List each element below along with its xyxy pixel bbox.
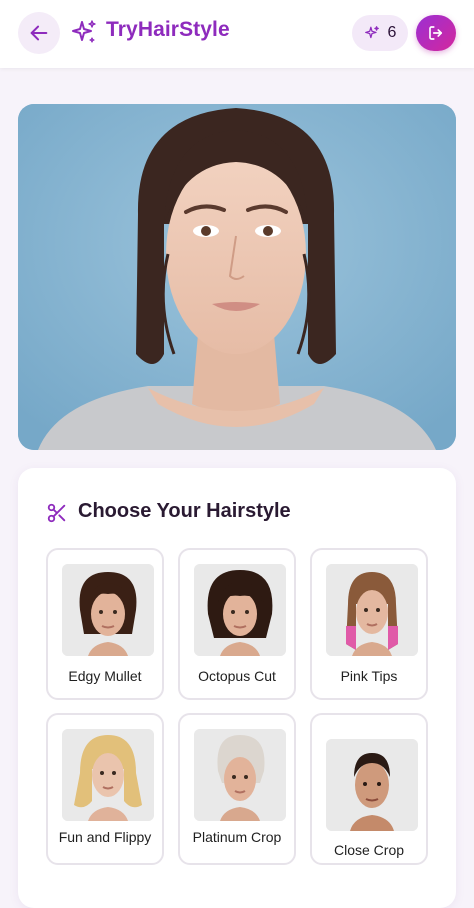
- hairstyle-thumbnail: [194, 564, 286, 656]
- hairstyle-thumbnail: [326, 564, 418, 656]
- sparkles-icon: [364, 26, 379, 39]
- hairstyle-panel: Choose Your Hairstyle Edgy Mullet Octopu…: [18, 468, 456, 908]
- hairstyle-label: Edgy Mullet: [68, 668, 142, 684]
- hairstyle-label: Octopus Cut: [198, 668, 276, 684]
- hairstyle-card-platinum-crop[interactable]: Platinum Crop: [178, 713, 296, 865]
- hairstyle-thumbnail: [194, 729, 286, 821]
- hairstyle-label: Platinum Crop: [192, 829, 282, 845]
- hairstyle-label: Fun and Flippy: [58, 829, 152, 845]
- hairstyle-card-pink-tips[interactable]: Pink Tips: [310, 548, 428, 700]
- hairstyle-label: Pink Tips: [340, 668, 398, 684]
- scissors-icon: [47, 503, 66, 523]
- credits-count: 6: [387, 24, 397, 41]
- hairstyle-card-edgy-mullet[interactable]: Edgy Mullet: [46, 548, 164, 700]
- hairstyle-card-octopus-cut[interactable]: Octopus Cut: [178, 548, 296, 700]
- hairstyle-thumbnail: [326, 739, 418, 831]
- hairstyle-card-close-crop[interactable]: Close Crop: [310, 713, 428, 865]
- hairstyle-thumbnail: [62, 729, 154, 821]
- user-photo: [18, 104, 456, 450]
- credits-badge[interactable]: 6: [352, 15, 408, 51]
- sparkles-icon: [72, 20, 96, 43]
- logout-button[interactable]: [416, 15, 456, 51]
- hairstyle-label: Close Crop: [333, 842, 405, 858]
- panel-title: Choose Your Hairstyle: [78, 500, 291, 522]
- portrait-illustration: [18, 104, 456, 450]
- logout-icon: [429, 26, 443, 40]
- back-button[interactable]: [18, 12, 60, 54]
- hairstyle-thumbnail: [62, 564, 154, 656]
- app-header: TryHairStyle 6: [0, 0, 474, 68]
- arrow-left-icon: [30, 25, 48, 41]
- app-title: TryHairStyle: [106, 18, 230, 41]
- hairstyle-card-fun-and-flippy[interactable]: Fun and Flippy: [46, 713, 164, 865]
